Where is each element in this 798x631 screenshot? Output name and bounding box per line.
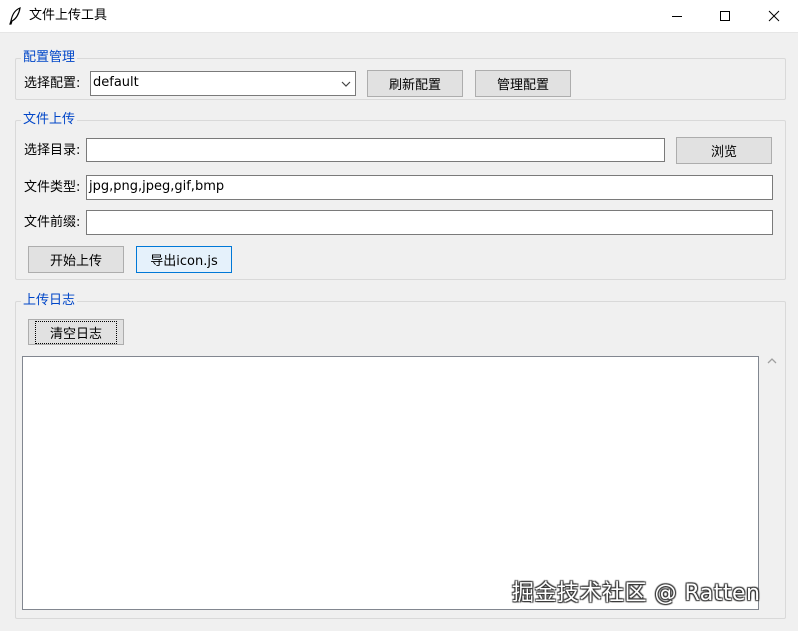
config-select-value: default (93, 75, 139, 90)
feather-icon (9, 7, 21, 25)
upload-group-legend: 文件上传 (21, 112, 78, 128)
window-title: 文件上传工具 (29, 8, 108, 23)
title-bar: 文件上传工具 (0, 0, 798, 33)
refresh-config-button[interactable]: 刷新配置 (367, 70, 463, 97)
config-group-legend: 配置管理 (21, 50, 78, 66)
minimize-button[interactable] (654, 0, 700, 32)
maximize-button[interactable] (702, 0, 748, 32)
close-icon (768, 10, 780, 22)
config-select[interactable]: default (90, 71, 356, 96)
browse-button[interactable]: 浏览 (676, 137, 772, 164)
log-textarea[interactable] (22, 356, 759, 610)
watermark: 掘金技术社区 @ Ratten (512, 581, 761, 606)
maximize-icon (720, 11, 730, 21)
minimize-icon (672, 16, 682, 17)
log-group-legend: 上传日志 (21, 293, 78, 309)
close-button[interactable] (751, 0, 797, 32)
clear-log-button[interactable]: 清空日志 (28, 319, 124, 345)
select-config-label: 选择配置: (24, 76, 81, 91)
clear-log-label: 清空日志 (34, 320, 117, 344)
manage-config-button[interactable]: 管理配置 (475, 70, 571, 97)
file-type-label: 文件类型: (24, 180, 81, 195)
directory-input[interactable] (86, 138, 665, 162)
chevron-up-icon[interactable] (766, 356, 778, 366)
start-upload-button[interactable]: 开始上传 (28, 246, 124, 273)
chevron-down-icon (341, 81, 351, 87)
export-icon-js-button[interactable]: 导出icon.js (136, 246, 232, 273)
file-type-input[interactable]: jpg,png,jpeg,gif,bmp (86, 175, 773, 200)
file-prefix-label: 文件前缀: (24, 215, 81, 230)
select-directory-label: 选择目录: (24, 143, 81, 158)
file-prefix-input[interactable] (86, 210, 773, 235)
log-scrollbar[interactable] (762, 352, 782, 612)
